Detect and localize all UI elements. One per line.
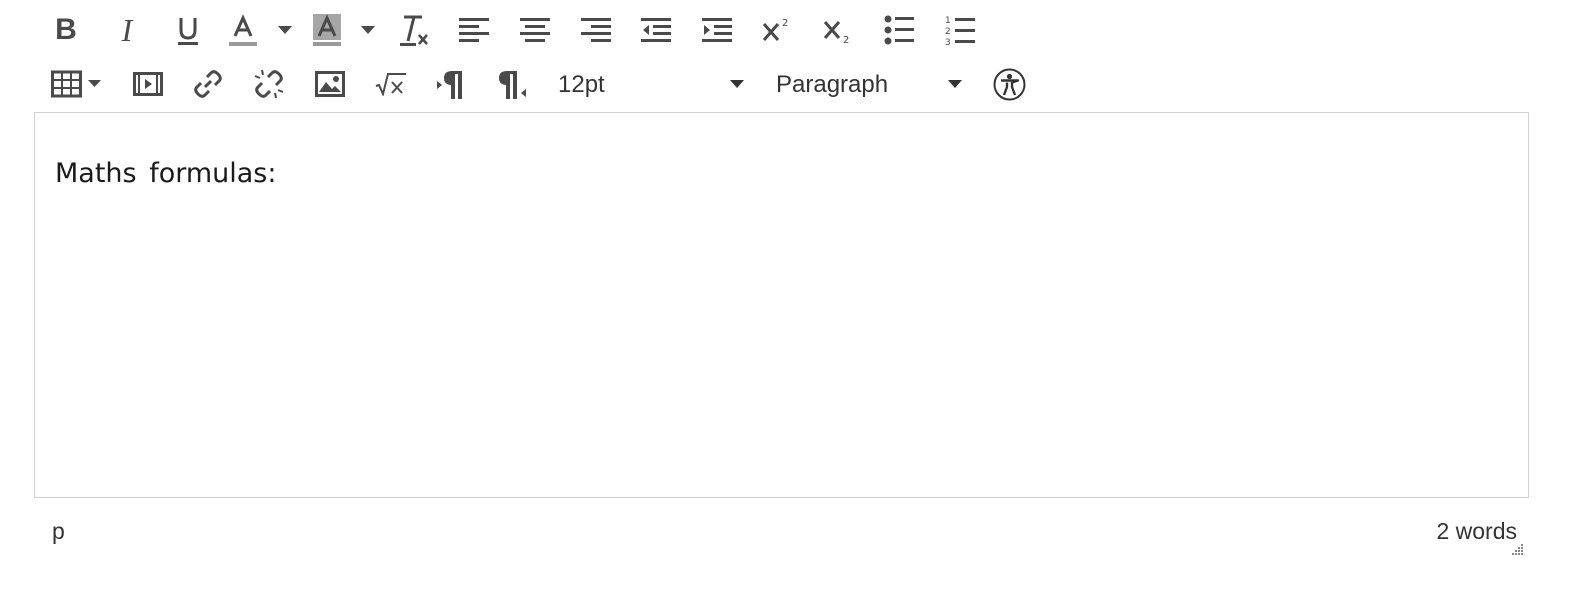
ltr-button[interactable] xyxy=(436,59,466,109)
link-button[interactable] xyxy=(192,59,224,109)
media-button[interactable] xyxy=(132,59,164,109)
toolbar-row-1: B I 2 2 1 2 3 xyxy=(0,5,1580,55)
editor-paragraph[interactable]: Maths formulas: xyxy=(55,158,276,189)
square-root-icon xyxy=(375,73,406,96)
svg-text:2: 2 xyxy=(843,35,849,44)
subscript-icon: 2 xyxy=(823,21,849,44)
subscript-button[interactable]: 2 xyxy=(822,5,854,55)
align-center-icon xyxy=(520,18,550,42)
clear-formatting-button[interactable] xyxy=(397,5,431,55)
link-icon xyxy=(194,70,222,98)
unlink-button[interactable] xyxy=(253,59,285,109)
caret-down-icon xyxy=(361,26,375,34)
svg-text:3: 3 xyxy=(945,38,951,46)
decrease-indent-button[interactable] xyxy=(640,5,672,55)
block-format-select[interactable]: Paragraph xyxy=(776,59,966,109)
italic-button[interactable]: I xyxy=(111,5,143,55)
editor-content-area[interactable]: Maths formulas: xyxy=(34,112,1529,498)
text-color-dropdown[interactable] xyxy=(275,5,295,55)
bullet-list-icon xyxy=(884,15,914,45)
superscript-icon: 2 xyxy=(762,18,788,41)
ltr-paragraph-icon xyxy=(437,71,462,99)
text-color-button[interactable] xyxy=(226,5,260,55)
rtl-paragraph-icon xyxy=(499,71,526,99)
svg-text:2: 2 xyxy=(945,27,951,37)
block-format-value: Paragraph xyxy=(776,71,889,98)
chevron-down-icon xyxy=(948,80,962,88)
numbered-list-icon: 1 2 3 xyxy=(945,16,975,46)
bullet-list-button[interactable] xyxy=(883,5,915,55)
resize-handle[interactable] xyxy=(1506,542,1526,556)
unlink-icon xyxy=(254,69,284,99)
superscript-button[interactable]: 2 xyxy=(761,5,793,55)
table-icon xyxy=(51,70,101,98)
font-size-select[interactable]: 12pt xyxy=(558,59,748,109)
caret-down-icon xyxy=(278,26,292,34)
font-size-value: 12pt xyxy=(558,71,605,98)
image-button[interactable] xyxy=(314,59,346,109)
svg-text:2: 2 xyxy=(782,18,788,29)
rtl-button[interactable] xyxy=(497,59,527,109)
word-count: 2 words xyxy=(1436,518,1517,544)
indent-icon xyxy=(702,18,732,42)
increase-indent-button[interactable] xyxy=(701,5,733,55)
bold-button[interactable]: B xyxy=(50,5,82,55)
image-icon xyxy=(315,71,345,97)
outdent-icon xyxy=(641,18,671,42)
svg-text:1: 1 xyxy=(945,16,951,26)
chevron-down-icon xyxy=(730,80,744,88)
table-button[interactable] xyxy=(50,59,104,109)
background-color-button[interactable] xyxy=(310,5,344,55)
clear-formatting-icon xyxy=(400,15,428,46)
underline-icon xyxy=(178,18,198,45)
accessibility-icon xyxy=(993,68,1025,100)
align-left-icon xyxy=(459,18,489,42)
align-center-button[interactable] xyxy=(519,5,551,55)
math-equation-button[interactable] xyxy=(374,59,408,109)
film-icon xyxy=(133,72,163,96)
underline-button[interactable] xyxy=(172,5,204,55)
bold-icon: B xyxy=(55,13,77,46)
background-color-icon xyxy=(313,14,341,46)
accessibility-checker-button[interactable] xyxy=(992,59,1026,109)
align-right-button[interactable] xyxy=(580,5,612,55)
italic-icon: I xyxy=(121,12,133,48)
numbered-list-button[interactable]: 1 2 3 xyxy=(944,5,976,55)
align-left-button[interactable] xyxy=(458,5,490,55)
text-color-icon xyxy=(229,14,257,46)
element-path[interactable]: p xyxy=(52,518,65,545)
background-color-dropdown[interactable] xyxy=(358,5,378,55)
resize-grip-icon xyxy=(1512,544,1523,555)
align-right-icon xyxy=(581,18,611,42)
toolbar-row-2: 12pt Paragraph xyxy=(0,59,1580,109)
